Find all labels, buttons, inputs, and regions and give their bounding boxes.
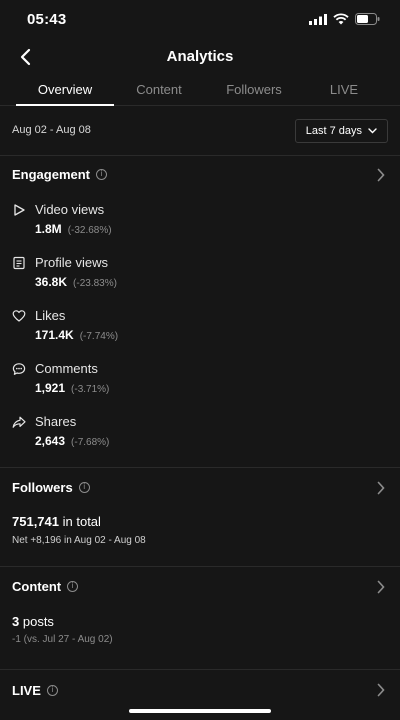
tab-bar: Overview Content Followers LIVE — [0, 74, 400, 106]
metric-shares: Shares 2,643 (-7.68%) — [12, 413, 372, 457]
metric-value: 1.8M — [35, 222, 62, 236]
metric-label: Video views — [35, 202, 105, 217]
followers-total-suffix: in total — [62, 514, 101, 529]
chevron-right-icon[interactable] — [376, 481, 386, 495]
tab-live[interactable]: LIVE — [310, 82, 378, 97]
metric-value-row: 171.4K (-7.74%) — [35, 328, 118, 342]
content-count-value: 3 — [12, 614, 20, 629]
status-icons — [309, 13, 380, 25]
metric-change: (-7.74%) — [79, 331, 119, 342]
followers-title: Followers — [12, 479, 73, 495]
metric-change: (-32.68%) — [67, 225, 112, 236]
followers-total: 751,741 in total — [12, 514, 101, 529]
heart-icon — [12, 310, 26, 322]
battery-icon — [355, 13, 380, 25]
metric-value: 36.8K — [35, 275, 68, 289]
divider — [0, 669, 400, 670]
engagement-header[interactable]: Engagement i — [12, 164, 108, 184]
content-header[interactable]: Content i — [12, 576, 79, 596]
signal-icon — [309, 13, 327, 25]
metric-comments: Comments 1,921 (-3.71%) — [12, 360, 372, 404]
metric-label: Shares — [35, 414, 77, 429]
metric-change: (-23.83%) — [73, 278, 117, 289]
chevron-right-icon[interactable] — [376, 168, 386, 182]
header: Analytics — [0, 40, 400, 74]
page-title: Analytics — [166, 48, 234, 65]
wifi-icon — [333, 13, 349, 25]
metric-change: (-3.71%) — [71, 384, 110, 395]
metric-label: Likes — [35, 308, 66, 323]
divider — [0, 467, 400, 468]
status-bar: 05:43 — [0, 0, 400, 40]
date-range: Aug 02 - Aug 08 — [12, 124, 91, 136]
period-dropdown[interactable]: Last 7 days — [294, 119, 388, 143]
chevron-right-icon[interactable] — [376, 683, 386, 697]
chevron-down-icon — [368, 128, 377, 134]
metric-value: 1,921 — [35, 381, 66, 395]
metric-value: 171.4K — [35, 328, 74, 342]
content-title: Content — [12, 578, 62, 594]
followers-net: Net +8,196 in Aug 02 - Aug 08 — [12, 535, 146, 546]
tab-overview[interactable]: Overview — [16, 82, 114, 97]
live-title: LIVE — [12, 682, 41, 698]
share-icon — [12, 416, 26, 428]
metric-value-row: 1,921 (-3.71%) — [35, 381, 109, 395]
metric-label: Comments — [35, 361, 98, 376]
metric-value: 2,643 — [35, 434, 66, 448]
date-row: Aug 02 - Aug 08 Last 7 days — [0, 118, 400, 144]
followers-total-value: 751,741 — [12, 514, 59, 529]
metric-video-views: Video views 1.8M (-32.68%) — [12, 201, 372, 245]
live-header[interactable]: LIVE i — [12, 680, 58, 700]
profile-card-icon — [13, 256, 25, 270]
info-icon[interactable]: i — [96, 168, 108, 180]
info-icon[interactable]: i — [67, 580, 79, 592]
engagement-title: Engagement — [12, 166, 91, 182]
divider — [0, 155, 400, 156]
content-count-suffix: posts — [22, 614, 54, 629]
metric-change: (-7.68%) — [71, 437, 110, 448]
play-icon — [14, 204, 25, 216]
tab-content[interactable]: Content — [120, 82, 198, 97]
metric-value-row: 36.8K (-23.83%) — [35, 275, 117, 289]
chevron-right-icon[interactable] — [376, 580, 386, 594]
comment-icon — [12, 363, 26, 375]
metric-value-row: 2,643 (-7.68%) — [35, 434, 109, 448]
metric-likes: Likes 171.4K (-7.74%) — [12, 307, 372, 351]
content-change: -1 (vs. Jul 27 - Aug 02) — [12, 634, 113, 645]
divider — [0, 566, 400, 567]
followers-header[interactable]: Followers i — [12, 477, 90, 497]
content-count: 3 posts — [12, 614, 54, 629]
period-label: Last 7 days — [305, 125, 362, 137]
tab-followers[interactable]: Followers — [210, 82, 298, 97]
metric-value-row: 1.8M (-32.68%) — [35, 222, 112, 236]
metric-profile-views: Profile views 36.8K (-23.83%) — [12, 254, 372, 298]
info-icon[interactable]: i — [78, 481, 90, 493]
metric-label: Profile views — [35, 255, 108, 270]
info-icon[interactable]: i — [46, 684, 58, 696]
home-indicator[interactable] — [129, 709, 271, 713]
active-tab-indicator — [16, 104, 114, 106]
status-time: 05:43 — [27, 11, 67, 28]
